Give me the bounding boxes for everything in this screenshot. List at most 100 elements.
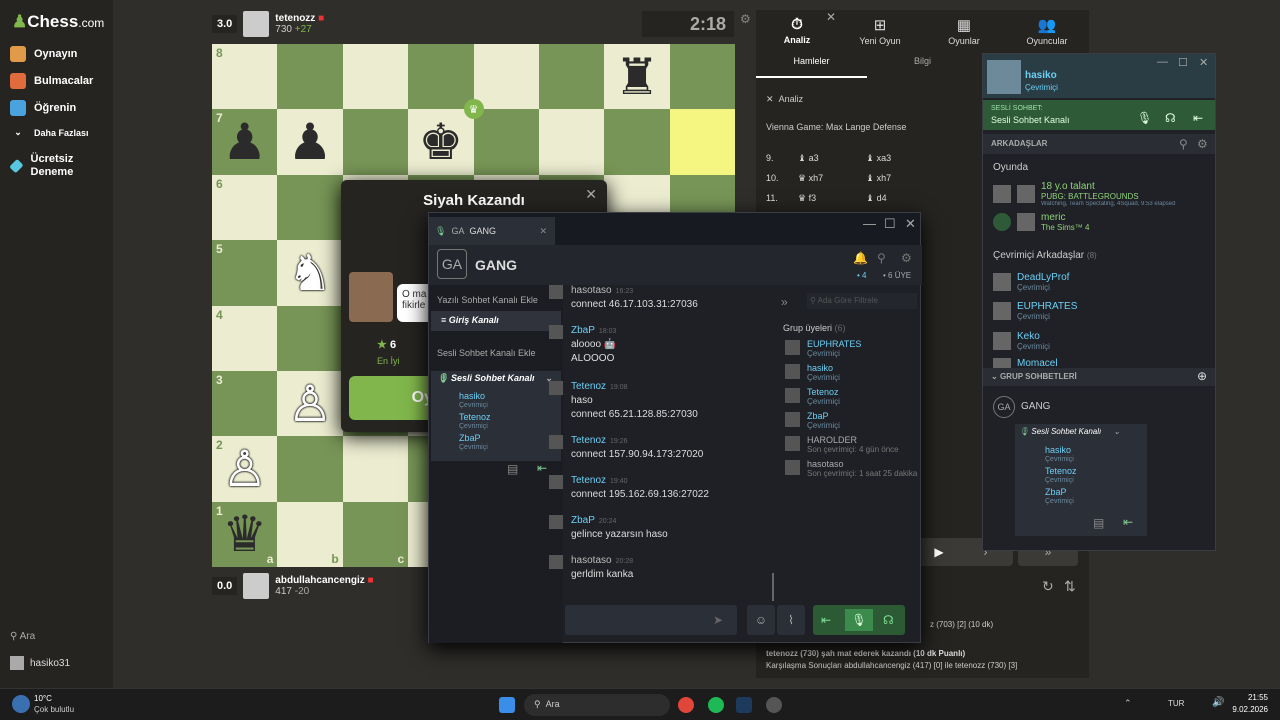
chat-message[interactable]: Tetenoz 19:40 connect 195.162.69.136:27022 — [549, 475, 709, 500]
subtab-moves[interactable]: Hamleler — [756, 56, 867, 78]
board-square[interactable]: ♞ — [277, 240, 343, 306]
steam-icon[interactable] — [736, 697, 752, 713]
member-item[interactable]: ZbaP Çevrimiçi — [785, 411, 840, 430]
board-square[interactable]: 6 — [212, 174, 278, 241]
taskbar-search[interactable]: ⚲ Ara — [524, 694, 670, 716]
minimize-icon[interactable]: — — [1157, 56, 1168, 68]
collapse-icon[interactable]: » — [781, 295, 788, 309]
tab-games[interactable]: ▦ Oyunlar — [929, 16, 999, 46]
headset-icon[interactable]: ☊ — [1165, 111, 1176, 125]
attach-icon[interactable]: ⌇ — [777, 605, 805, 635]
board-square[interactable] — [342, 109, 409, 175]
voice-member[interactable]: Tetenoz Çevrimiçi — [459, 412, 491, 432]
black-piece[interactable]: ♚ — [408, 109, 473, 174]
weather-icon[interactable] — [12, 695, 30, 713]
scrollbar[interactable] — [772, 573, 774, 601]
tab-new-game[interactable]: ⊞ Yeni Oyun — [845, 16, 915, 46]
voice-member[interactable]: ZbaP Çevrimiçi — [1045, 487, 1074, 507]
board-square[interactable] — [473, 109, 539, 175]
emoji-icon[interactable]: ☺ — [747, 605, 775, 635]
gear-icon[interactable]: ⚙ — [901, 251, 912, 265]
board-square[interactable] — [342, 44, 409, 110]
group-name[interactable]: GANG — [1021, 401, 1050, 412]
spotify-icon[interactable] — [708, 697, 724, 713]
avatar[interactable] — [243, 573, 270, 599]
add-text-channel[interactable]: Yazılı Sohbet Kanalı Ekle — [437, 295, 538, 305]
avatar[interactable] — [987, 60, 1021, 94]
analysis-row[interactable]: ✕ Analiz — [766, 94, 803, 105]
white-piece[interactable]: ♙ — [277, 371, 342, 436]
board-square[interactable] — [277, 44, 343, 110]
minimize-icon[interactable]: — — [863, 216, 876, 231]
member-item[interactable]: hasotaso Son çevrimiçi: 1 saat 25 dakika — [785, 459, 917, 478]
white-piece[interactable]: ♙ — [212, 436, 277, 501]
message-author[interactable]: Tetenoz — [571, 435, 606, 446]
board-square[interactable]: b — [277, 501, 343, 567]
friend-item[interactable]: EUPHRATES Çevrimiçi — [993, 301, 1077, 321]
board-square[interactable]: 7 ♟ — [212, 109, 278, 175]
close-icon[interactable]: ✕ — [826, 10, 836, 24]
channel-entry[interactable]: ≡ Giriş Kanalı — [431, 311, 561, 331]
black-piece[interactable]: ♟ — [212, 109, 277, 174]
friend-item[interactable]: meric The Sims™ 4 — [993, 212, 1089, 232]
tab-analysis[interactable]: ⏱ Analiz — [762, 16, 832, 45]
bell-icon[interactable]: 🔔 — [853, 251, 868, 265]
leave-icon[interactable]: ⇤ — [821, 613, 831, 627]
board-square[interactable]: 3 — [212, 370, 278, 437]
language[interactable]: TUR — [1168, 699, 1184, 708]
voice-member[interactable]: hasiko Çevrimiçi — [459, 391, 488, 411]
black-piece[interactable]: ♟ — [277, 109, 342, 174]
send-icon[interactable]: ➤ — [713, 613, 723, 627]
message-author[interactable]: hasotaso — [571, 555, 612, 566]
board-square[interactable]: 5 — [212, 240, 278, 306]
message-input[interactable] — [565, 605, 737, 635]
member-filter-input[interactable]: ⚲ Ada Göre Filtrele — [807, 293, 917, 309]
board-square[interactable] — [408, 44, 474, 110]
board-square[interactable] — [604, 109, 670, 175]
board-square[interactable] — [669, 44, 735, 110]
chat-message[interactable]: Tetenoz 19:26 connect 157.90.94.173:27020 — [549, 435, 703, 460]
black-piece[interactable]: ♜ — [604, 44, 669, 109]
voice-channel-name[interactable]: 🎙 Sesli Sohbet Kanalı ⌄ — [437, 373, 553, 384]
sidebar-search[interactable]: ⚲ Ara — [10, 631, 35, 642]
friend-item[interactable]: DeadLyProf Çevrimiçi — [993, 272, 1069, 292]
message-author[interactable]: ZbaP — [571, 515, 595, 526]
chat-message[interactable]: Tetenoz 19:08 haso connect 65.21.128.85:270… — [549, 381, 698, 420]
board-square[interactable] — [342, 436, 409, 502]
add-user-icon[interactable]: ⚲ — [877, 251, 886, 265]
board-square[interactable]: ♚ ♛ — [408, 99, 484, 175]
close-icon[interactable]: ✕ — [905, 216, 916, 232]
board-square[interactable] — [277, 436, 343, 502]
nav-free-trial[interactable]: Ücretsiz Deneme — [9, 153, 100, 179]
board-square[interactable]: ♟ — [277, 109, 343, 175]
leave-icon[interactable]: ⇤ — [537, 461, 547, 475]
nav-play[interactable]: Oynayın — [10, 46, 77, 62]
chat-message[interactable]: ZbaP 20:24 gelince yazarsın haso — [549, 515, 668, 540]
chevron-up-icon[interactable]: ⌃ — [1124, 698, 1132, 709]
flip-icon[interactable]: ⇅ — [1064, 578, 1076, 595]
chat-message[interactable]: hasotaso 16:23 connect 46.17.103.31:27036 — [549, 285, 698, 310]
friend-item[interactable]: 18 y.o talant PUBG: BATTLEGROUNDS Watching… — [993, 181, 1211, 207]
voice-member[interactable]: hasiko Çevrimiçi — [1045, 445, 1074, 465]
leave-icon[interactable]: ⇤ — [1193, 111, 1203, 125]
message-author[interactable]: Tetenoz — [571, 475, 606, 486]
player-name[interactable]: tetenozz — [275, 13, 315, 24]
player-name[interactable]: abdullahcancengiz — [275, 575, 364, 586]
tab-players[interactable]: 👥 Oyuncular — [1012, 16, 1082, 46]
move-row[interactable]: 10. ♛ xh7 ♝ xh7 — [766, 173, 891, 184]
mic-icon[interactable]: 🎙 — [845, 609, 873, 631]
board-square[interactable]: c — [342, 501, 409, 567]
move-row[interactable]: 9. ♝ a3 ♝ xa3 — [766, 153, 891, 164]
leave-icon[interactable]: ⇤ — [1123, 515, 1133, 529]
chat-message[interactable]: hasotaso 20:28 gerldim kanka — [549, 555, 633, 580]
maximize-icon[interactable]: ☐ — [884, 216, 896, 232]
message-author[interactable]: Tetenoz — [571, 381, 606, 392]
white-piece[interactable]: ♞ — [277, 240, 342, 305]
close-icon[interactable]: ✕ — [539, 226, 547, 237]
gear-icon[interactable]: ⚙ — [740, 12, 751, 26]
move-row[interactable]: 11. ♛ f3 ♝ d4 — [766, 193, 887, 204]
member-item[interactable]: HAROLDER Son çevrimiçi: 4 gün önce — [785, 435, 899, 454]
nav-puzzles[interactable]: Bulmacalar — [10, 73, 93, 89]
board-square[interactable] — [277, 305, 343, 371]
add-friend-icon[interactable]: ⚙ — [1197, 137, 1208, 151]
